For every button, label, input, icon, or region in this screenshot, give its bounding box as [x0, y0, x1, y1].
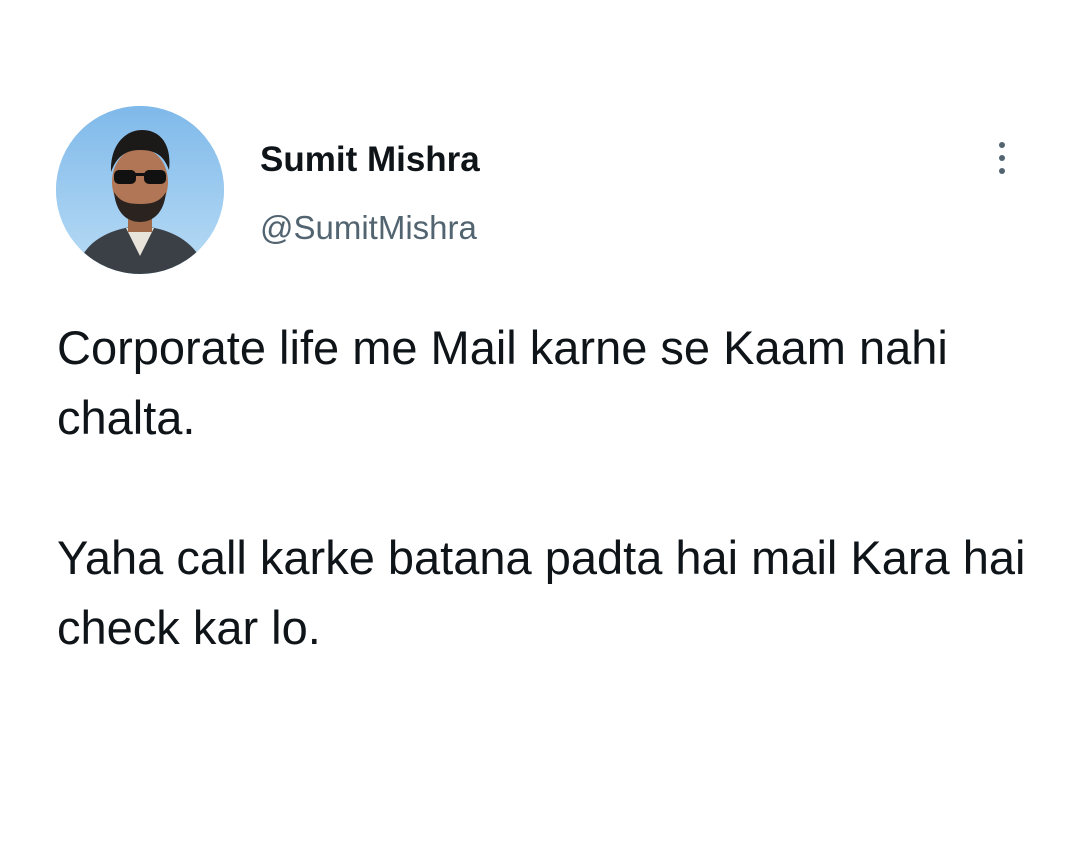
- avatar[interactable]: [56, 106, 224, 274]
- tweet-card: Sumit Mishra @SumitMishra Corporate life…: [0, 0, 1080, 861]
- more-options-button[interactable]: [984, 136, 1020, 180]
- profile-photo-icon: [56, 106, 224, 274]
- more-vertical-icon: [999, 142, 1005, 148]
- tweet-paragraph: Yaha call karke batana padta hai mail Ka…: [57, 531, 1026, 654]
- more-vertical-icon-dot: [999, 168, 1005, 174]
- tweet-text: Corporate life me Mail karne se Kaam nah…: [57, 313, 1047, 663]
- more-vertical-icon-dot: [999, 155, 1005, 161]
- author-display-name[interactable]: Sumit Mishra: [260, 140, 480, 180]
- author-handle[interactable]: @SumitMishra: [260, 208, 477, 248]
- tweet-paragraph: Corporate life me Mail karne se Kaam nah…: [57, 321, 948, 444]
